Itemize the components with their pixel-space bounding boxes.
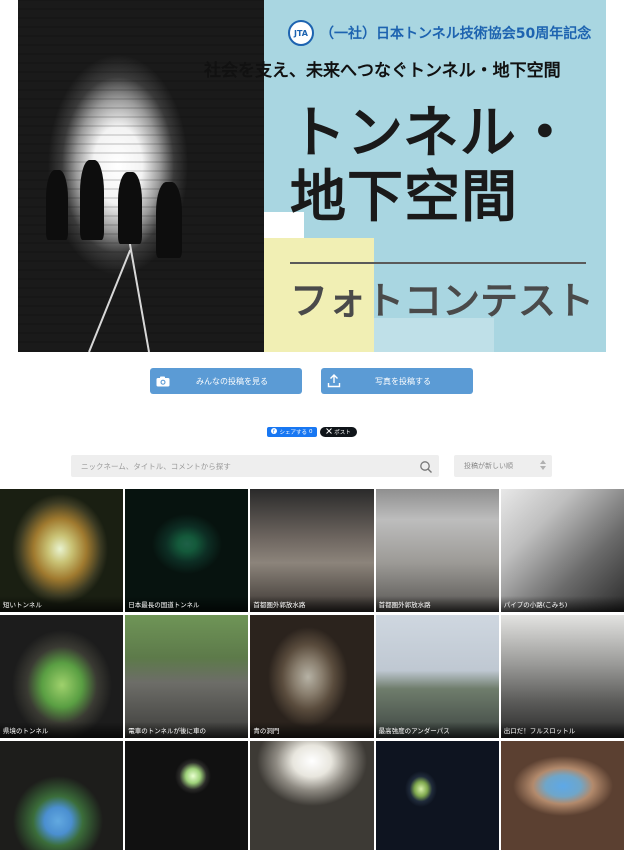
view-posts-label: みんなの投稿を見る — [196, 376, 268, 386]
photo-tile[interactable] — [250, 741, 374, 850]
photo-tile[interactable]: 首都圏外郭放水路 — [250, 489, 374, 612]
photo-grid: 短いトンネル 日本最長の国道トンネル 首都圏外郭放水路 首都圏外郭放水路 パイプ… — [0, 489, 624, 850]
hero-tunnel-photo — [18, 0, 264, 352]
photo-caption: 最高強度のアンダーパス — [375, 722, 499, 738]
facebook-share-button[interactable]: f シェアする 0 — [267, 427, 317, 437]
photo-caption: 電車のトンネルが後に車の — [125, 722, 249, 738]
photo-tile[interactable]: 出口だ！フルスロットル — [500, 615, 624, 738]
view-posts-button[interactable]: みんなの投稿を見る — [150, 368, 302, 394]
photo-tile[interactable] — [125, 741, 249, 850]
post-photo-button[interactable]: 写真を投稿する — [321, 368, 473, 394]
title-line-1: トンネル・ — [290, 101, 574, 166]
contest-title: トンネル・ 地下空間 — [290, 102, 574, 230]
photo-caption: パイプの小路(こみち) — [500, 596, 624, 612]
photo-caption: 県境のトンネル — [0, 722, 124, 738]
photo-tile[interactable] — [0, 741, 124, 850]
post-photo-label: 写真を投稿する — [375, 376, 431, 386]
hero-title-panel: JTA （一社）日本トンネル技術協会50周年記念 トンネル・ 地下空間 フォトコ… — [264, 0, 606, 352]
photo-tile[interactable] — [375, 741, 499, 850]
facebook-icon: f — [271, 428, 278, 436]
camera-icon — [150, 376, 176, 387]
facebook-share-label: シェアする — [279, 430, 307, 436]
person-silhouette — [46, 170, 68, 240]
x-post-button[interactable]: ポスト — [320, 427, 357, 437]
facebook-share-count: 0 — [309, 429, 313, 435]
title-divider — [290, 262, 586, 264]
x-logo-icon — [326, 428, 333, 436]
sort-select[interactable]: 投稿が新しい順 — [454, 455, 552, 477]
upload-icon — [321, 374, 347, 388]
person-silhouette — [80, 160, 104, 240]
search-input[interactable] — [81, 455, 411, 477]
photo-caption: 首都圏外郭放水路 — [375, 596, 499, 612]
photo-tile[interactable]: 電車のトンネルが後に車の — [125, 615, 249, 738]
photo-tile[interactable]: 日本最長の国道トンネル — [125, 489, 249, 612]
search-bar — [71, 455, 439, 477]
search-icon[interactable] — [419, 459, 433, 478]
sort-selected-value: 投稿が新しい順 — [464, 462, 513, 470]
photo-caption: 日本最長の国道トンネル — [125, 596, 249, 612]
title-line-2: 地下空間 — [290, 165, 518, 230]
photo-caption: 出口だ！フルスロットル — [500, 722, 624, 738]
photo-caption: 短いトンネル — [0, 596, 124, 612]
sort-arrows-icon — [540, 460, 546, 470]
hero-tagline: 社会を支え、未来へつなぐトンネル・地下空間 — [204, 61, 561, 81]
photo-tile[interactable]: 短いトンネル — [0, 489, 124, 612]
jta-logo: JTA — [288, 20, 314, 46]
photo-tile[interactable]: 最高強度のアンダーパス — [375, 615, 499, 738]
person-silhouette — [118, 172, 142, 244]
org-header: JTA （一社）日本トンネル技術協会50周年記念 — [288, 20, 591, 46]
contest-subtitle: フォトコンテスト — [290, 279, 595, 323]
hero-banner: JTA （一社）日本トンネル技術協会50周年記念 トンネル・ 地下空間 フォトコ… — [18, 0, 606, 352]
org-line: （一社）日本トンネル技術協会50周年記念 — [320, 26, 592, 42]
photo-tile[interactable]: パイプの小路(こみち) — [500, 489, 624, 612]
photo-caption: 首都圏外郭放水路 — [250, 596, 374, 612]
photo-tile[interactable] — [500, 741, 624, 850]
svg-text:f: f — [273, 429, 275, 434]
photo-tile[interactable]: 県境のトンネル — [0, 615, 124, 738]
photo-caption: 青の洞門 — [250, 722, 374, 738]
photo-tile[interactable]: 首都圏外郭放水路 — [375, 489, 499, 612]
person-silhouette — [156, 182, 182, 258]
x-post-label: ポスト — [334, 430, 351, 436]
photo-tile[interactable]: 青の洞門 — [250, 615, 374, 738]
